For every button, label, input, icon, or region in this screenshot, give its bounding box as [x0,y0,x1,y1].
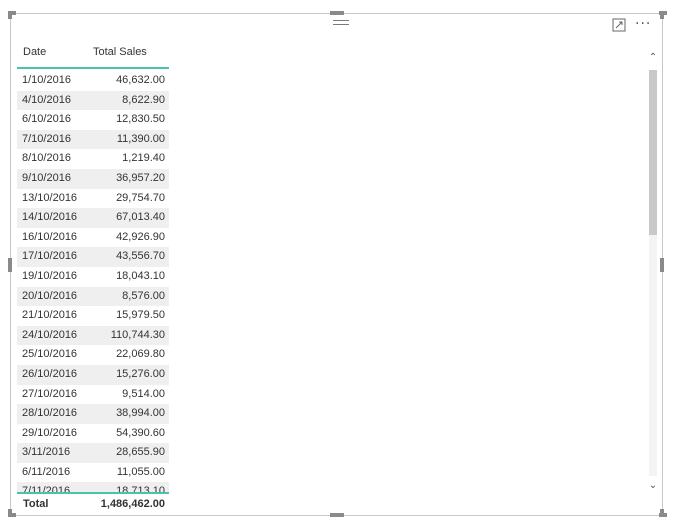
cell-total-sales: 46,632.00 [116,74,165,86]
cell-date: 6/11/2016 [22,465,71,478]
table-row[interactable]: 6/10/2016 12,830.50 [17,110,169,130]
total-label: Total [23,498,49,510]
cell-date: 9/10/2016 [22,171,71,184]
resize-handle-left[interactable] [8,258,12,272]
table-header: Date Total Sales [17,40,169,69]
cell-total-sales: 8,622.90 [122,93,165,106]
table-row[interactable]: 16/10/2016 42,926.90 [17,228,169,248]
table-row[interactable]: 27/10/2016 9,514.00 [17,385,169,405]
cell-date: 28/10/2016 [22,407,78,420]
cell-total-sales: 110,744.30 [110,328,165,341]
resize-handle-top-left-v[interactable] [8,11,12,19]
table-row[interactable]: 7/11/2016 18,713.10 [17,482,169,492]
cell-total-sales: 29,754.70 [116,191,165,204]
table-row[interactable]: 17/10/2016 43,556.70 [17,247,169,267]
table-row[interactable]: 14/10/2016 67,013.40 [17,208,169,228]
cell-date: 24/10/2016 [22,328,78,341]
table-row[interactable]: 21/10/2016 15,979.50 [17,306,169,326]
scroll-thumb[interactable] [649,70,657,235]
drag-grip-icon[interactable] [333,20,349,28]
cell-date: 20/10/2016 [22,289,78,302]
cell-total-sales: 1,219.40 [122,152,165,165]
cell-date: 1/10/2016 [22,74,71,86]
cell-total-sales: 22,069.80 [116,348,165,361]
cell-date: 25/10/2016 [22,348,78,361]
column-header-date[interactable]: Date [23,46,46,58]
cell-total-sales: 8,576.00 [122,289,165,302]
cell-date: 7/10/2016 [22,132,71,145]
cell-date: 4/10/2016 [22,93,71,106]
table-row[interactable]: 9/10/2016 36,957.20 [17,168,169,189]
resize-handle-right[interactable] [660,258,664,272]
table-row[interactable]: 7/10/2016 11,390.00 [17,129,169,150]
cell-date: 29/10/2016 [22,426,78,439]
total-value: 1,486,462.00 [100,498,165,510]
table-row[interactable]: 4/10/2016 8,622.90 [17,90,169,111]
cell-total-sales: 18,043.10 [116,269,165,282]
cell-date: 14/10/2016 [22,211,78,224]
cell-total-sales: 11,055.00 [116,465,165,478]
table-row[interactable]: 13/10/2016 29,754.70 [17,189,169,209]
column-header-total-sales[interactable]: Total Sales [93,46,147,58]
cell-total-sales: 54,390.60 [116,426,165,439]
table-row[interactable]: 26/10/2016 15,276.00 [17,364,169,385]
resize-handle-bottom-right-v[interactable] [660,509,664,517]
table-row[interactable]: 19/10/2016 18,043.10 [17,267,169,287]
cell-date: 17/10/2016 [22,250,78,263]
resize-handle-bottom-left-v[interactable] [8,509,12,517]
cell-total-sales: 28,655.90 [116,446,165,459]
cell-total-sales: 67,013.40 [116,211,165,224]
cell-date: 16/10/2016 [22,230,78,243]
cell-total-sales: 9,514.00 [122,387,165,400]
cell-date: 3/11/2016 [22,446,71,459]
cell-date: 26/10/2016 [22,367,78,380]
cell-total-sales: 36,957.20 [116,171,165,184]
chevron-down-icon[interactable]: ⌄ [648,480,658,492]
table-visual[interactable]: ··· Date Total Sales 1/10/2016 46,632.00 4… [8,11,667,517]
table-row[interactable]: 24/10/2016 110,744.30 [17,325,169,346]
resize-handle-bottom[interactable] [330,513,344,517]
more-options-icon[interactable]: ··· [635,17,655,31]
table-body: 1/10/2016 46,632.00 4/10/2016 8,622.90 6/10/… [17,71,169,492]
resize-handle-top[interactable] [330,11,344,15]
chevron-up-icon[interactable]: ⌃ [648,52,658,64]
cell-date: 7/11/2016 [22,485,71,492]
cell-date: 6/10/2016 [22,113,71,126]
cell-total-sales: 15,979.50 [116,309,165,322]
cell-total-sales: 43,556.70 [116,250,165,263]
vertical-scrollbar[interactable]: ⌃ ⌄ [648,48,658,496]
cell-date: 21/10/2016 [22,309,78,322]
table-row[interactable]: 20/10/2016 8,576.00 [17,286,169,307]
cell-total-sales: 38,994.00 [116,407,165,420]
table-row[interactable]: 3/11/2016 28,655.90 [17,443,169,463]
resize-handle-top-right-v[interactable] [660,11,664,19]
cell-total-sales: 12,830.50 [116,113,165,126]
data-table: Date Total Sales 1/10/2016 46,632.00 4/10/… [17,40,169,492]
table-row[interactable]: 28/10/2016 38,994.00 [17,404,169,424]
cell-date: 13/10/2016 [22,191,78,204]
cell-date: 8/10/2016 [22,152,71,165]
cell-date: 19/10/2016 [22,269,78,282]
table-row[interactable]: 6/11/2016 11,055.00 [17,463,169,483]
cell-total-sales: 15,276.00 [116,367,165,380]
cell-total-sales: 42,926.90 [116,230,165,243]
table-row[interactable]: 1/10/2016 46,632.00 [17,71,169,91]
focus-mode-icon[interactable] [612,18,626,32]
cell-total-sales: 11,390.00 [116,132,165,145]
table-total-row: Total 1,486,462.00 [17,492,169,516]
table-row[interactable]: 25/10/2016 22,069.80 [17,345,169,365]
table-row[interactable]: 8/10/2016 1,219.40 [17,149,169,169]
cell-date: 27/10/2016 [22,387,78,400]
cell-total-sales: 18,713.10 [116,485,165,492]
table-row[interactable]: 29/10/2016 54,390.60 [17,424,169,444]
